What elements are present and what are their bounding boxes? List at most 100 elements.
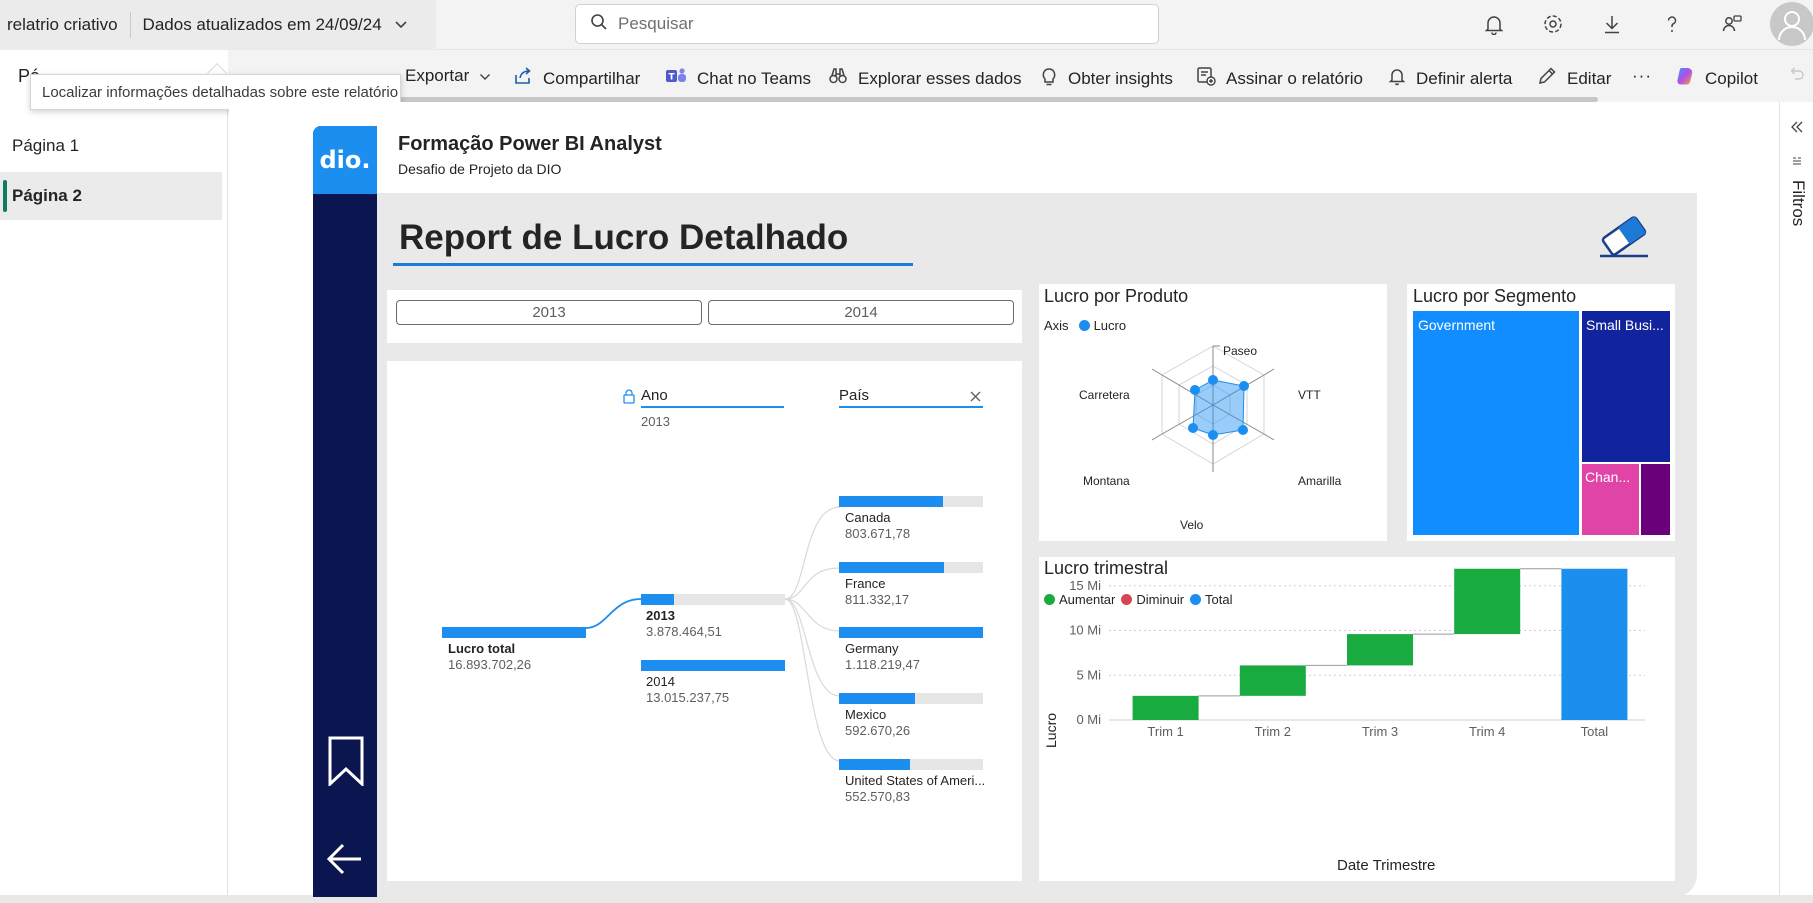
decomp-year-fill (641, 594, 675, 605)
decomp-country-fill (839, 627, 983, 638)
y-tick-label: 0 Mi (1076, 712, 1101, 727)
decomp-level-pais[interactable]: País (839, 387, 869, 404)
decomp-country-value: 803.671,78 (845, 526, 911, 541)
eraser-icon[interactable] (1596, 212, 1652, 265)
treemap-tile-label: Government (1418, 317, 1496, 333)
treemap-tile-channel[interactable]: Chan... (1582, 464, 1639, 535)
bell-icon[interactable] (1482, 12, 1506, 36)
insights-label: Obter insights (1068, 68, 1173, 88)
decomp-country-bar[interactable] (839, 562, 983, 573)
x-tick-label: Trim 2 (1255, 724, 1291, 739)
decomp-year-value: 13.015.237,75 (646, 690, 730, 705)
more-options-button[interactable]: ··· (1632, 66, 1652, 86)
decomp-level-pais-underline (839, 406, 983, 408)
waterfall-bar[interactable] (1132, 695, 1199, 720)
decomp-country-bar[interactable] (839, 693, 983, 704)
search-input[interactable]: Pesquisar (575, 4, 1159, 44)
waterfall-bar[interactable] (1239, 665, 1306, 696)
slicer-label: 2013 (532, 304, 566, 321)
decomp-country-label: Mexico (845, 707, 887, 722)
title-underline (393, 263, 913, 266)
share-label: Compartilhar (543, 68, 641, 88)
tooltip-text: Localizar informações detalhadas sobre e… (42, 83, 399, 101)
decomp-country-label: France (845, 576, 886, 591)
teams-icon: T (665, 66, 697, 91)
waterfall-plot: 0 Mi5 Mi10 Mi15 Mi20 MiTrim 1Trim 2Trim … (1069, 568, 1645, 739)
explore-label: Explorar esses dados (858, 68, 1022, 88)
set-alert-button[interactable]: Definir alerta (1388, 66, 1512, 91)
subscribe-button[interactable]: Assinar o relatório (1196, 66, 1363, 91)
radar-axis-label: VTT (1298, 388, 1321, 402)
copilot-button[interactable]: Copilot (1675, 66, 1758, 91)
radar-chart (1151, 345, 1275, 472)
svg-text:T: T (669, 73, 676, 83)
year-slicer-button-2014[interactable]: 2014 (708, 300, 1014, 325)
treemap-tile-other[interactable] (1641, 464, 1670, 535)
waterfall-bar[interactable] (1454, 568, 1521, 635)
decomp-country-value: 811.332,17 (845, 592, 910, 607)
slicer-label: 2014 (844, 304, 878, 321)
feedback-icon[interactable] (1720, 12, 1744, 36)
bookmark-icon[interactable] (328, 736, 364, 791)
more-options-icon: ··· (1632, 66, 1652, 85)
copilot-icon (1675, 66, 1705, 91)
treemap-tile-small-business[interactable]: Small Busi... (1582, 311, 1670, 462)
dio-logo: dio. (313, 126, 377, 194)
pencil-icon (1537, 66, 1567, 91)
treemap-tile-government[interactable]: Government (1413, 311, 1579, 535)
collapse-icon[interactable] (1790, 120, 1804, 138)
x-tick-label: Trim 3 (1362, 724, 1398, 739)
radar-axis-label: Amarilla (1298, 474, 1342, 488)
page-item-2[interactable]: Página 2 (0, 172, 222, 220)
decomp-year-bar[interactable] (641, 660, 785, 671)
report-subtitle: Desafio de Projeto da DIO (398, 161, 562, 177)
subscribe-icon (1196, 66, 1226, 91)
undo-icon[interactable] (1790, 66, 1813, 80)
edit-button[interactable]: Editar (1537, 66, 1611, 91)
teams-label: Chat no Teams (697, 68, 812, 88)
filter-icon (1792, 154, 1802, 172)
decomposition-connectors (585, 506, 841, 762)
avatar[interactable] (1770, 2, 1813, 46)
decomp-root-bar[interactable] (442, 627, 586, 638)
decomp-country-bar[interactable] (839, 759, 983, 770)
search-placeholder: Pesquisar (618, 14, 694, 33)
teams-chat-button[interactable]: T Chat no Teams (665, 66, 811, 91)
decomp-level-ano[interactable]: Ano (641, 387, 668, 404)
decomp-country-bar[interactable] (839, 496, 983, 507)
decomp-country-value: 552.570,83 (845, 789, 911, 804)
decomp-year-value: 3.878.464,51 (646, 624, 722, 639)
data-updated-label[interactable]: Dados atualizados em 24/09/24 (143, 15, 382, 35)
decomp-level-ano-filter: 2013 (641, 414, 670, 429)
decomp-year-bar[interactable] (641, 594, 785, 605)
main-title: Report de Lucro Detalhado (399, 218, 849, 257)
report-name[interactable]: relatrio criativo (0, 15, 118, 35)
decomp-country-label: United States of Ameri... (845, 773, 986, 788)
x-tick-label: Trim 1 (1147, 724, 1183, 739)
share-button[interactable]: Compartilhar (513, 66, 640, 91)
radar-axis-label: Montana (1083, 474, 1130, 488)
filters-label[interactable]: Filtros (1788, 180, 1808, 226)
year-slicer-button-2013[interactable]: 2013 (396, 300, 702, 325)
help-icon[interactable] (1660, 12, 1684, 36)
treemap-tile-label: Chan... (1585, 469, 1631, 485)
chevron-down-icon[interactable] (394, 18, 408, 33)
radar-axis-label: Velo (1180, 518, 1204, 532)
decomp-country-fill (839, 693, 916, 704)
get-insights-button[interactable]: Obter insights (1040, 66, 1173, 91)
page-item-1[interactable]: Página 1 (0, 122, 222, 170)
bell-icon (1388, 66, 1416, 91)
close-icon[interactable] (970, 389, 981, 407)
back-arrow-icon[interactable] (326, 842, 363, 881)
export-button[interactable]: Exportar (405, 66, 501, 86)
decomp-country-bar[interactable] (839, 627, 983, 638)
decomp-level-ano-underline (641, 406, 784, 408)
explore-data-button[interactable]: Explorar esses dados (828, 66, 1021, 91)
lock-icon (623, 389, 635, 409)
waterfall-bar[interactable] (1561, 568, 1628, 720)
chevron-down-icon (479, 66, 501, 86)
alert-label: Definir alerta (1416, 68, 1513, 88)
gear-icon[interactable] (1541, 12, 1565, 36)
waterfall-bar[interactable] (1347, 634, 1413, 666)
download-icon[interactable] (1600, 12, 1624, 36)
